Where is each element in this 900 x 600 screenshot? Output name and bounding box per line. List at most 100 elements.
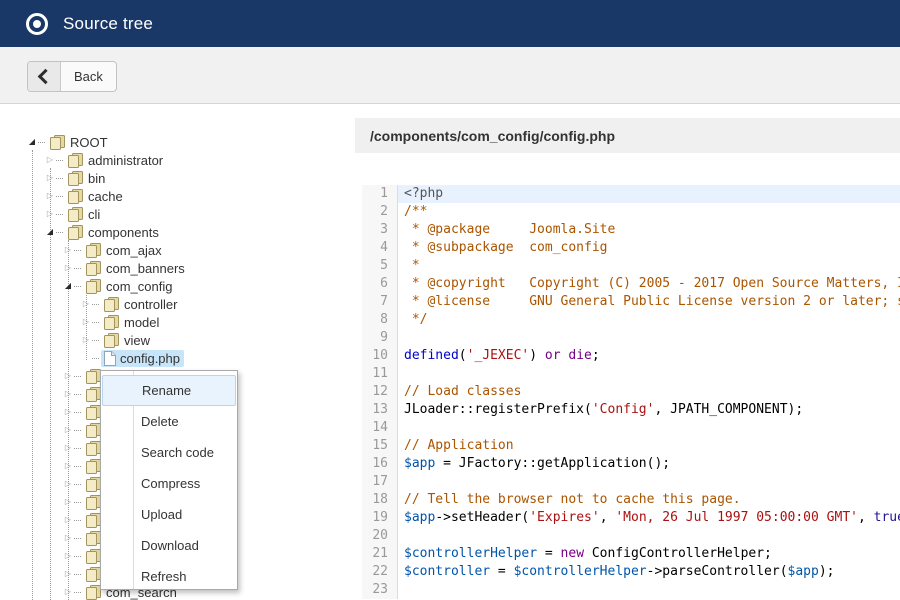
tree-connector xyxy=(92,322,99,323)
tree-item-model[interactable]: ▷model xyxy=(0,313,355,331)
code-line-content: * @subpackage com_config xyxy=(398,239,900,257)
expand-icon[interactable]: ▷ xyxy=(62,367,74,385)
tree-connector xyxy=(56,232,63,233)
collapse-icon[interactable]: ◢ xyxy=(26,133,38,151)
folder-icon xyxy=(85,279,102,294)
menu-item-compress[interactable]: Compress xyxy=(101,468,237,499)
line-number: 10 xyxy=(362,347,398,365)
line-number: 15 xyxy=(362,437,398,455)
back-button-label[interactable]: Back xyxy=(61,62,116,91)
tree-item-label: cli xyxy=(88,207,100,222)
expand-icon[interactable]: ▷ xyxy=(44,205,56,223)
code-line: 15// Application xyxy=(362,437,900,455)
expand-icon[interactable]: ▷ xyxy=(62,475,74,493)
tree-connector xyxy=(74,286,81,287)
collapse-icon[interactable]: ◢ xyxy=(62,277,74,295)
line-number: 11 xyxy=(362,365,398,383)
expand-icon[interactable]: ▷ xyxy=(44,169,56,187)
code-editor[interactable]: 1<?php2/**3 * @package Joomla.Site4 * @s… xyxy=(362,185,900,600)
line-number: 22 xyxy=(362,563,398,581)
code-line: 11 xyxy=(362,365,900,383)
tree-connector xyxy=(74,394,81,395)
tree-item-config-php[interactable]: config.php xyxy=(0,349,355,367)
expand-icon[interactable]: ▷ xyxy=(62,529,74,547)
tree-connector xyxy=(74,430,81,431)
line-number: 18 xyxy=(362,491,398,509)
code-line: 18// Tell the browser not to cache this … xyxy=(362,491,900,509)
tree-item-label: cache xyxy=(88,189,123,204)
tree-item-components[interactable]: ◢ components xyxy=(0,223,355,241)
expand-icon[interactable]: ▷ xyxy=(62,511,74,529)
menu-item-download[interactable]: Download xyxy=(101,530,237,561)
tree-connector xyxy=(74,538,81,539)
tree-item-com-banners[interactable]: ▷ com_banners xyxy=(0,259,355,277)
code-line-content xyxy=(398,419,900,437)
expand-icon[interactable]: ▷ xyxy=(62,583,74,600)
expand-icon[interactable]: ▷ xyxy=(80,331,92,349)
expand-icon[interactable]: ▷ xyxy=(62,457,74,475)
expand-icon[interactable]: ▷ xyxy=(62,547,74,565)
menu-item-refresh[interactable]: Refresh xyxy=(101,561,237,592)
expand-icon[interactable]: ▷ xyxy=(62,259,74,277)
tree-item-root[interactable]: ◢ROOT xyxy=(0,133,355,151)
tree-item-label: components xyxy=(88,225,159,240)
code-line: 1<?php xyxy=(362,185,900,203)
chevron-left-icon[interactable] xyxy=(28,62,61,91)
tree-item-cache[interactable]: ▷ cache xyxy=(0,187,355,205)
code-line: 2/** xyxy=(362,203,900,221)
tree-connector xyxy=(74,592,81,593)
expand-icon[interactable]: ▷ xyxy=(62,385,74,403)
expand-icon[interactable]: ▷ xyxy=(62,493,74,511)
tree-connector xyxy=(56,160,63,161)
line-number: 2 xyxy=(362,203,398,221)
tree-connector xyxy=(74,376,81,377)
expand-icon[interactable]: ▷ xyxy=(62,403,74,421)
tree-item-label: com_banners xyxy=(106,261,185,276)
code-line: 14 xyxy=(362,419,900,437)
line-number: 8 xyxy=(362,311,398,329)
tree-connector xyxy=(92,340,99,341)
line-number: 20 xyxy=(362,527,398,545)
tree-item-view[interactable]: ▷view xyxy=(0,331,355,349)
file-path-header: /components/com_config/config.php xyxy=(355,118,900,153)
app-header: Source tree xyxy=(0,0,900,47)
back-button[interactable]: Back xyxy=(27,61,117,92)
code-line-content: /** xyxy=(398,203,900,221)
expand-icon[interactable]: ▷ xyxy=(80,313,92,331)
expand-icon[interactable]: ▷ xyxy=(62,421,74,439)
tree-item-label: controller xyxy=(124,297,177,312)
folder-icon xyxy=(67,189,84,204)
tree-connector xyxy=(74,412,81,413)
code-line-content xyxy=(398,581,900,599)
tree-connector xyxy=(92,304,99,305)
code-line-content: */ xyxy=(398,311,900,329)
tree-item-cli[interactable]: ▷ cli xyxy=(0,205,355,223)
expand-icon[interactable]: ▷ xyxy=(44,151,56,169)
folder-icon xyxy=(85,261,102,276)
line-number: 5 xyxy=(362,257,398,275)
tree-item-com-ajax[interactable]: ▷com_ajax xyxy=(0,241,355,259)
folder-icon xyxy=(67,153,84,168)
expand-icon[interactable]: ▷ xyxy=(62,439,74,457)
expand-icon[interactable]: ▷ xyxy=(62,241,74,259)
code-line: 6 * @copyright Copyright (C) 2005 - 2017… xyxy=(362,275,900,293)
collapse-icon[interactable]: ◢ xyxy=(44,223,56,241)
expand-icon[interactable]: ▷ xyxy=(44,187,56,205)
tree-item-com-config[interactable]: ◢com_config xyxy=(0,277,355,295)
tree-item-bin[interactable]: ▷bin xyxy=(0,169,355,187)
menu-item-rename[interactable]: Rename xyxy=(102,375,236,406)
expand-icon[interactable]: ▷ xyxy=(62,565,74,583)
code-line: 3 * @package Joomla.Site xyxy=(362,221,900,239)
menu-item-delete[interactable]: Delete xyxy=(101,406,237,437)
menu-item-upload[interactable]: Upload xyxy=(101,499,237,530)
menu-item-search-code[interactable]: Search code xyxy=(101,437,237,468)
expand-icon[interactable]: ▷ xyxy=(80,295,92,313)
code-line: 21$controllerHelper = new ConfigControll… xyxy=(362,545,900,563)
tree-item-administrator[interactable]: ▷administrator xyxy=(0,151,355,169)
tree-connector xyxy=(56,196,63,197)
code-line-content: // Application xyxy=(398,437,900,455)
code-line: 12// Load classes xyxy=(362,383,900,401)
tree-item-controller[interactable]: ▷ controller xyxy=(0,295,355,313)
line-number: 6 xyxy=(362,275,398,293)
folder-icon xyxy=(103,297,120,312)
